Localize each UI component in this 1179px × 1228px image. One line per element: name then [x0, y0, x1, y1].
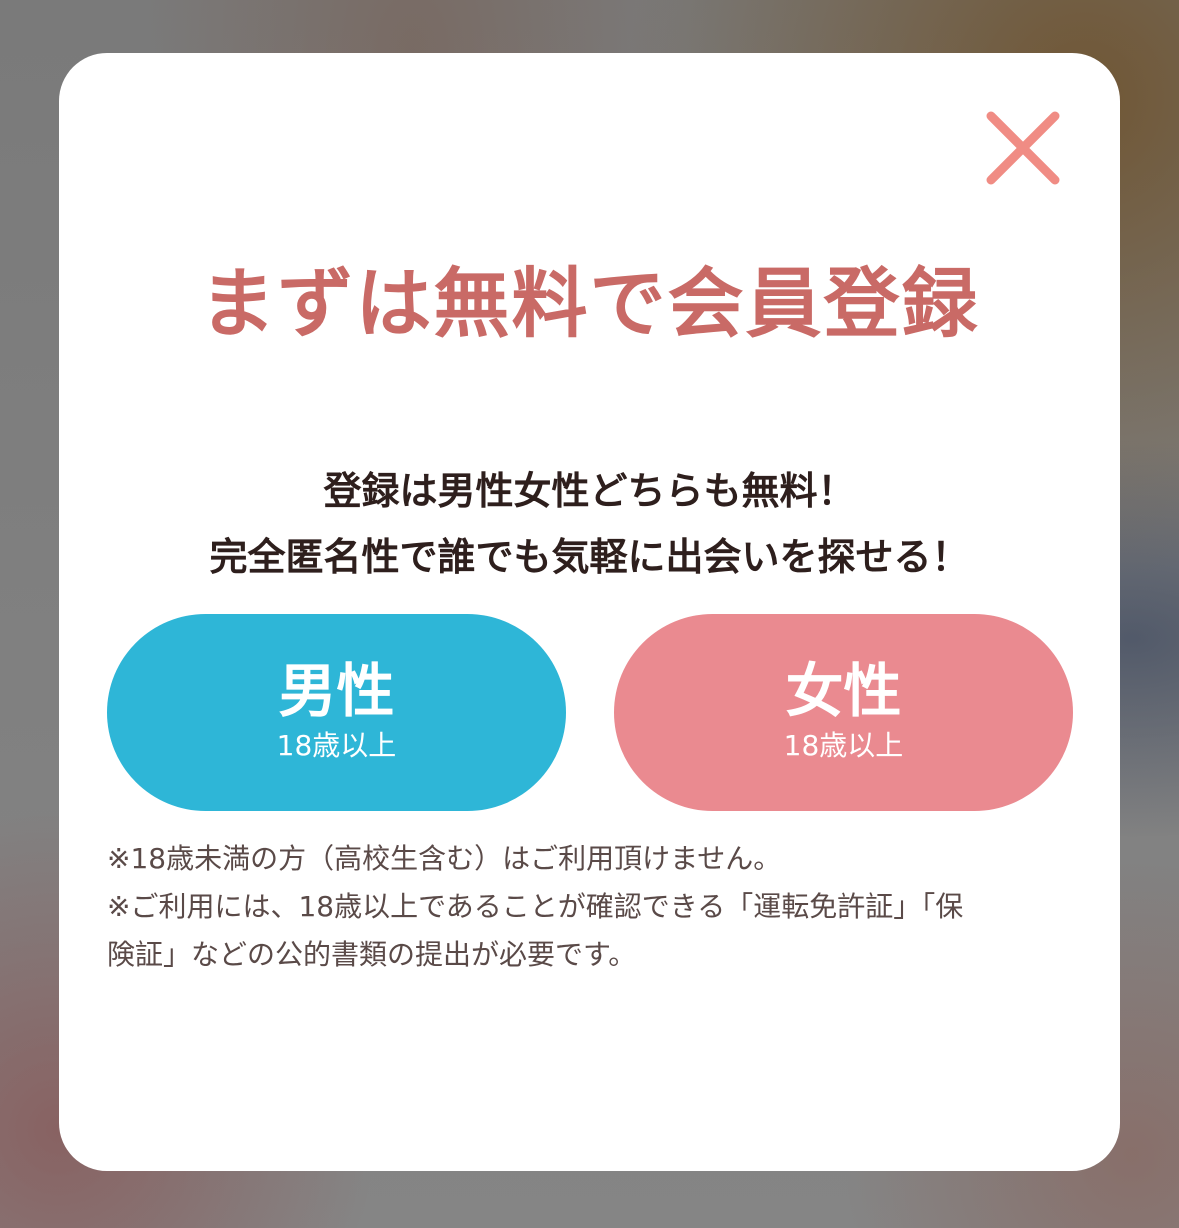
- subtitle-line-1: 登録は男性女性どちらも無料！: [323, 469, 856, 513]
- female-button-age: 18歳以上: [783, 729, 904, 762]
- note-line-1: ※18歳未満の方（高校生含む）はご利用頂けません。: [107, 842, 782, 875]
- notes: ※18歳未満の方（高校生含む）はご利用頂けません。 ※ご利用には、18歳以上であ…: [107, 835, 1067, 979]
- close-icon: [986, 111, 1060, 185]
- female-button[interactable]: 女性 18歳以上: [614, 614, 1073, 811]
- modal-title: まずは無料で会員登録: [199, 259, 980, 348]
- subtitle-line-2: 完全匿名性で誰でも気軽に出会いを探せる！: [209, 535, 970, 579]
- registration-modal: まずは無料で会員登録 登録は男性女性どちらも無料！ 完全匿名性で誰でも気軽に出会…: [59, 53, 1120, 1171]
- female-button-label: 女性: [785, 657, 902, 725]
- note-line-3: 険証」などの公的書類の提出が必要です。: [107, 938, 637, 971]
- note-line-2: ※ご利用には、18歳以上であることが確認できる「運転免許証」「保: [107, 890, 964, 923]
- close-button[interactable]: [983, 108, 1063, 188]
- male-button-age: 18歳以上: [276, 729, 397, 762]
- male-button[interactable]: 男性 18歳以上: [107, 614, 566, 811]
- male-button-label: 男性: [278, 657, 395, 725]
